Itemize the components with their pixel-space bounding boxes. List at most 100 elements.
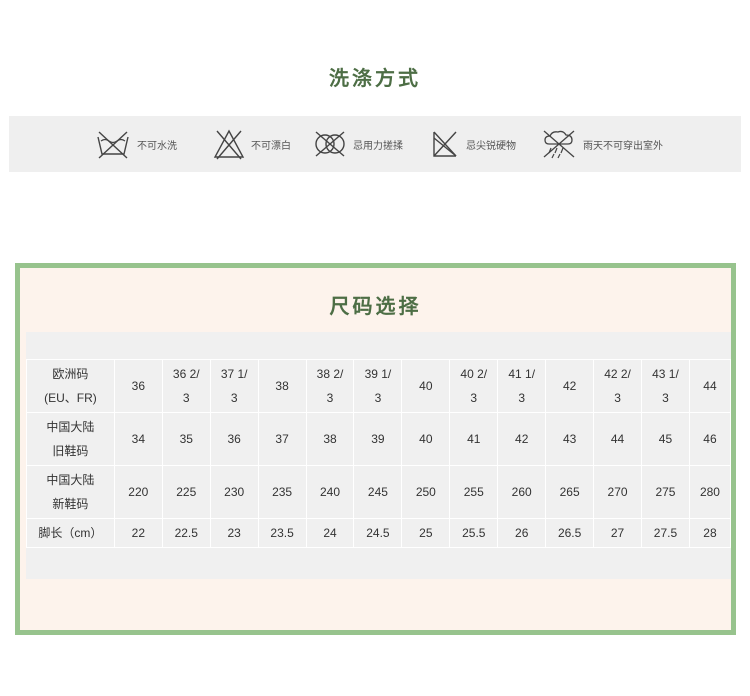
size-cell-line: 220 bbox=[128, 485, 149, 499]
size-cell: 255 bbox=[449, 465, 499, 519]
size-cell-line: 40 2/ bbox=[460, 367, 488, 381]
size-cell-line: 26 bbox=[515, 526, 529, 540]
size-cell: 44 bbox=[688, 359, 732, 413]
size-cell-line: 265 bbox=[559, 485, 580, 499]
size-cell: 275 bbox=[641, 465, 690, 519]
size-cell: 22 bbox=[113, 518, 163, 548]
size-row-header-line: 旧鞋码 bbox=[52, 444, 89, 458]
size-cell-line: 3 bbox=[662, 391, 669, 405]
size-cell-line: 3 bbox=[614, 391, 621, 405]
care-item-no-wash: 不可水洗 bbox=[95, 124, 177, 164]
size-cell-line: 25 bbox=[419, 526, 433, 540]
size-cell-line: 43 bbox=[562, 432, 577, 446]
size-cell-line: 3 bbox=[374, 391, 382, 405]
size-cell-line: 280 bbox=[699, 485, 720, 499]
size-row-header-line: 欧洲码 bbox=[52, 367, 89, 381]
size-cell-line: 36 2/ bbox=[172, 367, 200, 381]
size-cell: 46 bbox=[688, 412, 732, 466]
size-cell-line: 270 bbox=[607, 485, 628, 499]
size-cell: 225 bbox=[161, 465, 211, 519]
size-cell-line: 235 bbox=[272, 485, 293, 499]
size-cell: 25.5 bbox=[449, 518, 499, 548]
size-cell: 26 bbox=[497, 518, 547, 548]
size-row-header: 脚长（cm） bbox=[26, 518, 115, 548]
size-cell-line: 39 bbox=[371, 432, 385, 446]
size-cell: 250 bbox=[401, 465, 451, 519]
care-label: 不可漂白 bbox=[251, 140, 291, 152]
size-cell-line: 25.5 bbox=[462, 526, 486, 540]
no-sharp-objects-icon bbox=[430, 128, 460, 160]
size-cell: 43 1/3 bbox=[641, 359, 690, 413]
size-cell: 24 bbox=[305, 518, 355, 548]
size-cell: 38 bbox=[305, 412, 355, 466]
size-cell: 41 bbox=[449, 412, 499, 466]
size-cell-line: 26.5 bbox=[557, 526, 582, 540]
care-icons-band: 不可水洗 不可漂白 忌用力搓揉 忌尖锐硬物 雨天不可穿出室外 bbox=[9, 116, 741, 172]
size-cell-line: 40 bbox=[419, 432, 433, 446]
size-cell: 36 bbox=[113, 359, 163, 413]
size-cell-line: 34 bbox=[131, 432, 145, 446]
size-cell-line: 24 bbox=[323, 526, 337, 540]
size-row-header-line: 中国大陆 bbox=[46, 473, 95, 487]
size-cell-line: 23.5 bbox=[270, 526, 294, 540]
care-item-no-sharp: 忌尖锐硬物 bbox=[430, 124, 516, 164]
size-cell-line: 225 bbox=[176, 485, 197, 499]
size-table-area: 欧洲码 (EU、FR) 36 36 2/3 37 1/3 38 38 2/3 39 1/3 40… bbox=[26, 332, 732, 579]
size-cell: 37 1/3 bbox=[209, 359, 259, 413]
care-label: 忌尖锐硬物 bbox=[466, 140, 516, 152]
size-cell-line: 24.5 bbox=[366, 526, 390, 540]
size-cell: 220 bbox=[113, 465, 163, 519]
size-cell-line: 275 bbox=[655, 485, 676, 499]
size-cell-line: 230 bbox=[224, 485, 245, 499]
size-cell: 45 bbox=[641, 412, 690, 466]
size-cell-line: 245 bbox=[367, 485, 388, 499]
size-cell: 38 bbox=[257, 359, 307, 413]
size-row-header-line: 中国大陆 bbox=[46, 420, 95, 434]
no-bleach-icon bbox=[213, 128, 245, 160]
care-title: 洗涤方式 bbox=[329, 66, 421, 90]
size-cell-line: 27 bbox=[610, 526, 625, 540]
care-label: 雨天不可穿出室外 bbox=[583, 140, 663, 152]
size-cell: 27 bbox=[593, 518, 642, 548]
size-cell: 25 bbox=[401, 518, 451, 548]
care-label: 忌用力搓揉 bbox=[353, 140, 403, 152]
size-cell: 36 bbox=[209, 412, 259, 466]
size-cell-line: 44 bbox=[703, 379, 717, 393]
no-wash-icon bbox=[95, 128, 131, 160]
size-cell-line: 22 bbox=[131, 526, 145, 540]
size-cell-line: 22.5 bbox=[174, 526, 198, 540]
size-cell-line: 36 bbox=[227, 432, 241, 446]
care-item-no-wring: 忌用力搓揉 bbox=[313, 124, 403, 164]
no-wring-icon bbox=[313, 128, 347, 160]
size-cell: 41 1/3 bbox=[497, 359, 547, 413]
size-cell: 34 bbox=[113, 412, 163, 466]
size-cell: 26.5 bbox=[545, 518, 595, 548]
size-cell-line: 3 bbox=[518, 391, 526, 405]
size-cell-line: 41 1/ bbox=[508, 367, 536, 381]
size-row: 中国大陆 新鞋码 220 225 230 235 240 245 250 255 260 265 270… bbox=[26, 465, 732, 519]
size-cell-line: 39 1/ bbox=[364, 367, 392, 381]
size-row-header: 中国大陆 旧鞋码 bbox=[26, 412, 115, 466]
care-item-no-bleach: 不可漂白 bbox=[213, 124, 291, 164]
size-cell: 40 bbox=[401, 412, 451, 466]
size-cell: 40 2/3 bbox=[449, 359, 499, 413]
size-cell: 24.5 bbox=[353, 518, 403, 548]
size-cell-line: 44 bbox=[610, 432, 625, 446]
size-cell-line: 42 bbox=[562, 379, 577, 393]
size-cell-line: 37 bbox=[275, 432, 289, 446]
size-cell-line: 38 bbox=[323, 432, 337, 446]
size-cell-line: 42 2/ bbox=[604, 367, 631, 381]
no-rain-icon bbox=[541, 128, 577, 160]
size-cell-line: 42 bbox=[515, 432, 529, 446]
size-cell: 36 2/3 bbox=[161, 359, 211, 413]
size-cell: 42 2/3 bbox=[593, 359, 642, 413]
size-cell-line: 36 bbox=[131, 379, 145, 393]
size-cell-line: 3 bbox=[182, 391, 190, 405]
size-cell: 44 bbox=[593, 412, 642, 466]
size-cell: 265 bbox=[545, 465, 595, 519]
size-cell-line: 35 bbox=[179, 432, 193, 446]
size-cell-line: 40 bbox=[419, 379, 433, 393]
size-cell: 42 bbox=[545, 359, 595, 413]
size-cell: 23.5 bbox=[257, 518, 307, 548]
size-cell: 22.5 bbox=[161, 518, 211, 548]
